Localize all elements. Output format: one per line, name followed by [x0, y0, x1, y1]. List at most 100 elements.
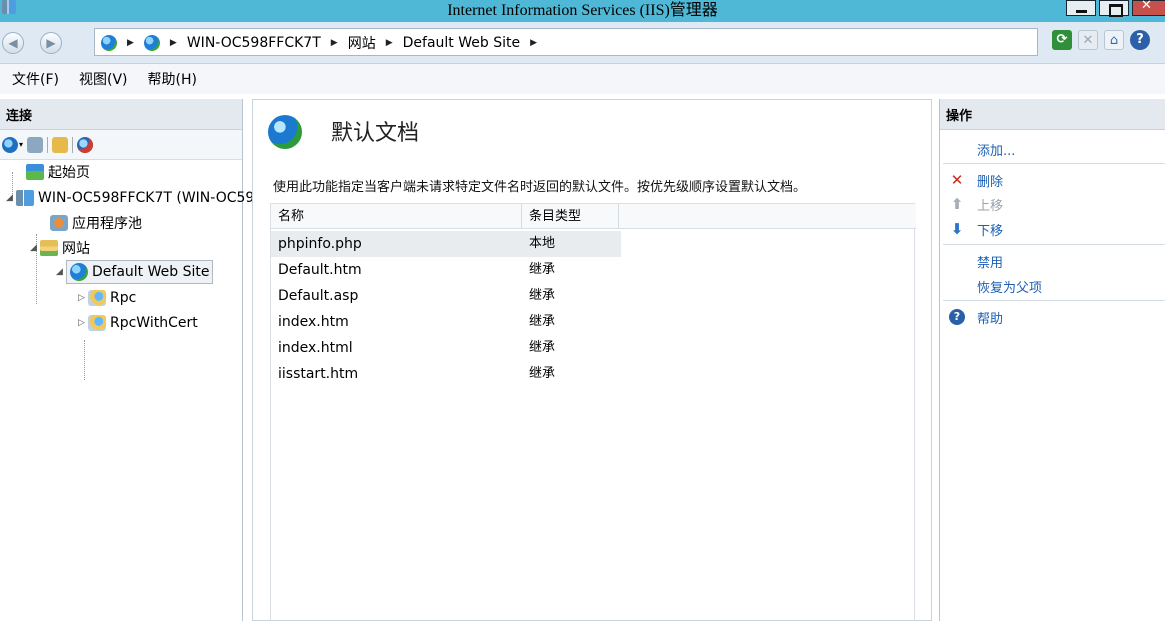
action-label: 下移 — [977, 223, 1004, 239]
row-type: 继承 — [529, 366, 556, 381]
globe-icon — [70, 263, 88, 281]
tree-item-rpc[interactable]: ▷ Rpc — [78, 286, 136, 310]
globe-icon — [101, 35, 117, 51]
row-name: index.htm — [278, 314, 349, 330]
row-type: 继承 — [529, 262, 556, 277]
action-move-up: ⬆ 上移 — [940, 192, 1165, 216]
action-revert-to-parent[interactable]: 恢复为父项 — [940, 274, 1165, 298]
disconnect-icon[interactable] — [77, 136, 94, 153]
row-name: index.html — [278, 340, 353, 356]
chevron-down-icon[interactable]: ▾ — [19, 140, 23, 149]
breadcrumb-separator-icon[interactable]: ▶ — [170, 38, 177, 48]
action-move-down[interactable]: ⬇ 下移 — [940, 217, 1165, 241]
action-label: 添加... — [977, 143, 1016, 159]
help-icon: ? — [949, 309, 965, 325]
row-name: Default.htm — [278, 262, 362, 278]
maximize-button[interactable] — [1099, 0, 1129, 17]
row-type: 继承 — [529, 314, 556, 329]
expanded-triangle-icon[interactable]: ◢ — [6, 193, 16, 203]
tree-item-sites[interactable]: ◢ 网站 — [30, 236, 90, 260]
connections-panel: 连接 ▾ 起始页 ◢ WIN-OC598FFCK7T (WIN-OC598FFC… — [0, 99, 320, 621]
back-button[interactable]: ◀ — [2, 32, 24, 54]
globe-icon — [143, 35, 160, 51]
stop-icon[interactable]: ✕ — [1078, 30, 1098, 50]
row-type: 继承 — [529, 288, 556, 303]
row-name: phpinfo.php — [278, 236, 362, 252]
breadcrumb-separator-icon[interactable]: ▶ — [386, 38, 393, 48]
home-icon[interactable]: ⌂ — [1104, 30, 1124, 50]
tree-item-label: RpcWithCert — [110, 315, 198, 331]
save-icon[interactable] — [27, 136, 44, 153]
feature-description: 使用此功能指定当客户端未请求特定文件名时返回的默认文件。按优先级顺序设置默认文档… — [273, 180, 807, 195]
tree-item-label: 应用程序池 — [72, 216, 142, 232]
feature-panel: 默认文档 使用此功能指定当客户端未请求特定文件名时返回的默认文件。按优先级顺序设… — [252, 99, 932, 621]
application-icon — [88, 290, 106, 306]
menu-view[interactable]: 视图(V) — [79, 69, 128, 89]
forward-button[interactable]: ▶ — [40, 32, 62, 54]
refresh-icon[interactable]: ⟳ — [1052, 30, 1072, 50]
arrow-up-icon: ⬆ — [950, 195, 964, 213]
breadcrumb-default-site[interactable]: Default Web Site — [403, 35, 520, 51]
expanded-triangle-icon[interactable]: ◢ — [30, 243, 40, 253]
list-header: 名称 条目类型 — [271, 204, 916, 229]
help-icon[interactable]: ? — [1130, 30, 1150, 50]
tree-item-default-web-site[interactable]: ◢ Default Web Site — [56, 260, 214, 284]
collapsed-triangle-icon[interactable]: ▷ — [78, 293, 88, 303]
default-document-icon — [268, 115, 302, 149]
connections-toolbar: ▾ — [0, 130, 242, 160]
close-button[interactable] — [1132, 0, 1165, 16]
action-remove[interactable]: ✕ 删除 — [940, 168, 1165, 192]
application-icon — [88, 315, 106, 331]
table-row[interactable]: Default.asp 继承 — [271, 283, 916, 309]
table-row[interactable]: iisstart.htm 继承 — [271, 361, 916, 387]
tree-item-label: 网站 — [62, 241, 90, 257]
connect-icon[interactable] — [2, 136, 18, 153]
menu-help[interactable]: 帮助(H) — [148, 69, 197, 89]
breadcrumb[interactable]: ▶ ▶ WIN-OC598FFCK7T ▶ 网站 ▶ Default Web S… — [94, 28, 1038, 56]
table-row[interactable]: index.html 继承 — [271, 335, 916, 361]
action-label: 禁用 — [977, 255, 1004, 271]
actions-divider — [943, 163, 1165, 164]
remove-x-icon: ✕ — [950, 171, 964, 189]
up-folder-icon[interactable] — [52, 136, 69, 153]
breadcrumb-separator-icon[interactable]: ▶ — [530, 38, 537, 48]
table-row[interactable]: index.htm 继承 — [271, 309, 916, 335]
row-type: 本地 — [529, 236, 556, 251]
arrow-down-icon: ⬇ — [950, 220, 964, 238]
row-type: 继承 — [529, 340, 556, 355]
row-name: Default.asp — [278, 288, 359, 304]
address-bar: ◀ ▶ ▶ ▶ WIN-OC598FFCK7T ▶ 网站 ▶ Default W… — [0, 22, 1165, 64]
expanded-triangle-icon[interactable]: ◢ — [56, 267, 66, 277]
action-disable[interactable]: 禁用 — [940, 249, 1165, 273]
breadcrumb-separator-icon[interactable]: ▶ — [331, 38, 338, 48]
menu-file[interactable]: 文件(F) — [12, 69, 59, 89]
actions-header: 操作 — [940, 99, 1165, 130]
actions-divider — [943, 300, 1165, 301]
minimize-button[interactable] — [1066, 0, 1096, 16]
tree-item-start-page[interactable]: 起始页 — [26, 160, 90, 184]
default-documents-list: 名称 条目类型 phpinfo.php 本地 Default.htm 继承 De… — [270, 203, 916, 621]
actions-divider — [943, 244, 1165, 245]
action-label: 删除 — [977, 174, 1004, 190]
menu-bar: 文件(F) 视图(V) 帮助(H) — [0, 64, 1165, 94]
column-header-name[interactable]: 名称 — [271, 204, 522, 229]
tree-item-label: Rpc — [110, 290, 137, 306]
column-header-entry-type[interactable]: 条目类型 — [522, 204, 619, 229]
tree-item-rpc-with-cert[interactable]: ▷ RpcWithCert — [78, 311, 198, 335]
table-row[interactable]: phpinfo.php 本地 — [271, 231, 621, 257]
server-icon — [16, 190, 34, 206]
table-row[interactable]: Default.htm 继承 — [271, 257, 916, 283]
tree-item-app-pools[interactable]: 应用程序池 — [50, 211, 142, 235]
toolbar-divider — [72, 136, 74, 153]
tree-item-label: 起始页 — [48, 165, 90, 181]
row-name: iisstart.htm — [278, 366, 359, 382]
collapsed-triangle-icon[interactable]: ▷ — [78, 318, 88, 328]
arrow-left-icon: ◀ — [8, 36, 18, 50]
toolbar-divider — [47, 136, 49, 153]
action-add[interactable]: 添加... — [940, 137, 1165, 161]
breadcrumb-separator-icon[interactable]: ▶ — [127, 38, 134, 48]
breadcrumb-server[interactable]: WIN-OC598FFCK7T — [187, 35, 321, 51]
breadcrumb-sites[interactable]: 网站 — [348, 33, 376, 53]
action-help[interactable]: ? 帮助 — [940, 305, 1165, 329]
action-label: 帮助 — [977, 311, 1004, 327]
